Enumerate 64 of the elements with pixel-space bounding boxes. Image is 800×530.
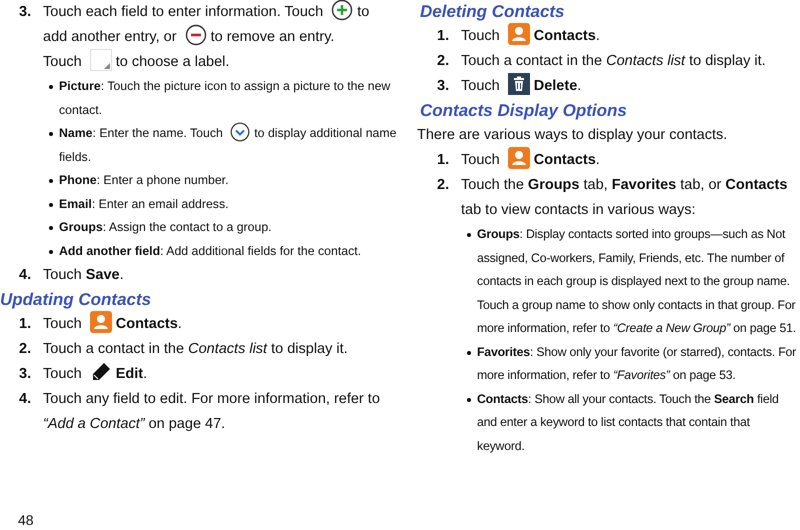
step-number: 4.: [19, 266, 32, 285]
step-text: Touch the Groups tab, Favorites tab, or Contacts tab to view contacts in various ways:: [461, 177, 788, 218]
step-text: to remove an entry.: [210, 29, 334, 45]
step-text: Delete.: [534, 78, 582, 94]
step-text: Touch a contact in the Contacts list to display it.: [461, 53, 766, 69]
bullet-icon: [49, 85, 53, 89]
step-text: Touch: [43, 316, 82, 332]
step-text: Edit.: [116, 366, 148, 382]
bullet-icon: [49, 179, 53, 183]
bullet-icon: [49, 202, 53, 206]
section-heading: Contacts Display Options: [420, 100, 627, 122]
contacts-icon: [508, 23, 530, 46]
section-heading: Deleting Contacts: [420, 1, 565, 23]
step-text: Touch Save.: [43, 267, 124, 283]
step-text: Touch each field to enter information. Touch: [43, 4, 324, 20]
paragraph: There are various ways to display your contacts.: [416, 126, 728, 145]
step-number: 3.: [437, 77, 450, 96]
bullet-icon: [49, 132, 53, 136]
contacts-icon: [90, 311, 112, 334]
step-number: 3.: [19, 365, 32, 384]
step-text: Touch: [43, 366, 82, 382]
dropdown-corner-icon: [90, 49, 112, 72]
step-text: Touch: [461, 28, 500, 44]
minus-circle-icon: [184, 24, 207, 46]
step-text: add another entry, or: [43, 29, 177, 45]
bullet-icon: [467, 350, 471, 354]
bullet-text: Groups: Display contacts sorted into groups—such as Not assigned, Co-workers, Family, Friends, etc. The number of contacts in each group is displayed next to the group name. Touch a group name to show only contacts in that group. For more information, refer to “Create a New Group” on page 51.: [477, 227, 796, 335]
step-text: Contacts.: [534, 28, 600, 44]
step-text: Touch any field to edit. For more information, refer to “Add a Contact” on page 47.: [43, 391, 380, 432]
step-number: 1.: [437, 27, 450, 46]
step-text: Touch: [461, 78, 500, 94]
chevron-down-icon: [230, 122, 250, 142]
contacts-icon: [508, 147, 530, 170]
step-number: 1.: [437, 151, 450, 170]
step-text: Touch: [461, 152, 500, 168]
bullet-text: to display additional name: [254, 126, 396, 140]
bullet-icon: [467, 233, 471, 237]
step-text: Touch: [43, 54, 82, 70]
trash-icon: [508, 73, 530, 96]
step-text: Contacts.: [116, 316, 182, 332]
bullet-text: Add another field: Add additional fields for the contact.: [59, 244, 362, 258]
bullet-icon: [467, 398, 471, 402]
step-number: 2.: [437, 52, 450, 71]
step-text: to: [357, 4, 370, 20]
bullet-text: Groups: Assign the contact to a group.: [59, 220, 272, 234]
section-heading: Updating Contacts: [0, 289, 152, 311]
step-text: Touch a contact in the Contacts list to display it.: [43, 341, 348, 357]
step-text: to choose a label.: [116, 54, 230, 70]
bullet-text: Favorites: Show only your favorite (or starred), contacts. For more information, refer to “Favorites” on page 53.: [477, 344, 796, 382]
step-text: Contacts.: [534, 152, 600, 168]
bullet-text: fields.: [59, 150, 92, 164]
step-number: 3.: [19, 3, 32, 22]
page-number: 48: [17, 511, 34, 530]
bullet-text: Contacts: Show all your contacts. Touch the Search field and enter a keyword to list contacts that contain that keyword.: [477, 392, 779, 452]
bullet-icon: [49, 250, 53, 254]
bullet-icon: [49, 226, 53, 230]
step-number: 2.: [437, 176, 450, 195]
bullet-text: Email: Enter an email address.: [59, 196, 229, 210]
step-number: 4.: [19, 390, 32, 409]
bullet-text: Phone: Enter a phone number.: [59, 173, 229, 187]
step-number: 2.: [19, 340, 32, 359]
step-number: 1.: [19, 315, 32, 334]
bullet-text: Picture: Touch the picture icon to assign a picture to the new contact.: [59, 79, 390, 116]
bullet-text: Name: Enter the name. Touch: [59, 126, 223, 140]
